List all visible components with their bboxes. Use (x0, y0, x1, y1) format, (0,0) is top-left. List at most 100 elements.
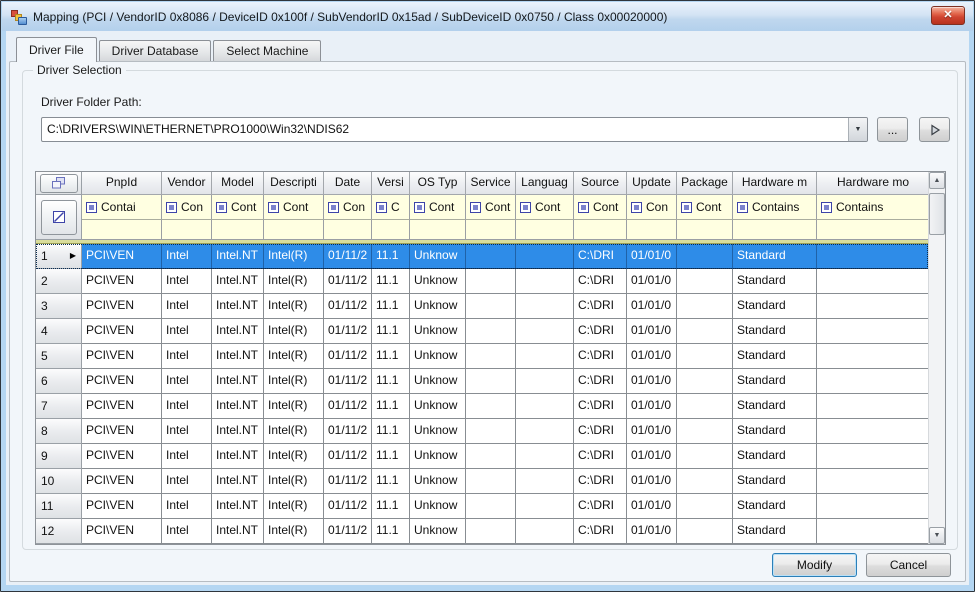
filter-value-cell-source[interactable] (574, 220, 627, 240)
cell-service[interactable] (466, 319, 516, 344)
row-header-11[interactable]: 11 (36, 494, 82, 519)
cell-hardware-m[interactable]: Standard (733, 419, 817, 444)
cell-source[interactable]: C:\DRI (574, 269, 627, 294)
cell-update[interactable]: 01/01/0 (627, 419, 677, 444)
cell-vendor[interactable]: Intel (162, 244, 212, 269)
cell-os-typ[interactable]: Unknow (410, 419, 466, 444)
cell-model[interactable]: Intel.NT (212, 469, 264, 494)
filter-value-cell-pnpid[interactable] (82, 220, 162, 240)
cell-source[interactable]: C:\DRI (574, 519, 627, 544)
cell-os-typ[interactable]: Unknow (410, 294, 466, 319)
driver-folder-path-value[interactable]: C:\DRIVERS\WIN\ETHERNET\PRO1000\Win32\ND… (42, 118, 848, 141)
filter-cell-languag[interactable]: Cont (516, 195, 574, 220)
cell-descripti[interactable]: Intel(R) (264, 344, 324, 369)
cell-package[interactable] (677, 419, 733, 444)
cell-update[interactable]: 01/01/0 (627, 519, 677, 544)
cell-pnpid[interactable]: PCI\VEN (82, 244, 162, 269)
cell-hardware-m[interactable]: Standard (733, 269, 817, 294)
column-header-hardware-mo[interactable]: Hardware mo (817, 172, 928, 195)
cell-hardware-mo[interactable] (817, 244, 928, 269)
cell-date[interactable]: 01/11/2 (324, 494, 372, 519)
cell-vendor[interactable]: Intel (162, 294, 212, 319)
cell-source[interactable]: C:\DRI (574, 494, 627, 519)
cell-package[interactable] (677, 269, 733, 294)
cell-descripti[interactable]: Intel(R) (264, 519, 324, 544)
cell-update[interactable]: 01/01/0 (627, 494, 677, 519)
filter-value-cell-versi[interactable] (372, 220, 410, 240)
title-bar[interactable]: Mapping (PCI / VendorID 0x8086 / DeviceI… (2, 2, 973, 31)
cell-update[interactable]: 01/01/0 (627, 369, 677, 394)
table-row-4[interactable]: 4PCI\VENIntelIntel.NTIntel(R)01/11/211.1… (36, 319, 928, 344)
cell-os-typ[interactable]: Unknow (410, 244, 466, 269)
cell-package[interactable] (677, 369, 733, 394)
column-header-languag[interactable]: Languag (516, 172, 574, 195)
column-header-descripti[interactable]: Descripti (264, 172, 324, 195)
filter-value-cell-hardware-mo[interactable] (817, 220, 928, 240)
cell-os-typ[interactable]: Unknow (410, 469, 466, 494)
cell-source[interactable]: C:\DRI (574, 394, 627, 419)
cell-update[interactable]: 01/01/0 (627, 394, 677, 419)
cell-date[interactable]: 01/11/2 (324, 344, 372, 369)
table-row-1[interactable]: 1▶PCI\VENIntelIntel.NTIntel(R)01/11/211.… (36, 244, 928, 269)
cell-model[interactable]: Intel.NT (212, 444, 264, 469)
cell-pnpid[interactable]: PCI\VEN (82, 319, 162, 344)
cell-service[interactable] (466, 244, 516, 269)
row-header-12[interactable]: 12 (36, 519, 82, 544)
cell-model[interactable]: Intel.NT (212, 294, 264, 319)
scroll-up-button[interactable]: ▲ (929, 172, 945, 189)
cell-languag[interactable] (516, 419, 574, 444)
cell-descripti[interactable]: Intel(R) (264, 444, 324, 469)
filter-value-cell-update[interactable] (627, 220, 677, 240)
cell-date[interactable]: 01/11/2 (324, 444, 372, 469)
row-header-3[interactable]: 3 (36, 294, 82, 319)
cell-update[interactable]: 01/01/0 (627, 344, 677, 369)
cell-pnpid[interactable]: PCI\VEN (82, 444, 162, 469)
scrollbar-thumb[interactable] (929, 193, 945, 235)
cell-languag[interactable] (516, 494, 574, 519)
row-header-4[interactable]: 4 (36, 319, 82, 344)
close-button[interactable]: ✕ (931, 6, 965, 25)
cell-hardware-mo[interactable] (817, 494, 928, 519)
cell-descripti[interactable]: Intel(R) (264, 469, 324, 494)
cell-package[interactable] (677, 394, 733, 419)
table-row-6[interactable]: 6PCI\VENIntelIntel.NTIntel(R)01/11/211.1… (36, 369, 928, 394)
cell-package[interactable] (677, 469, 733, 494)
filter-value-cell-languag[interactable] (516, 220, 574, 240)
cell-update[interactable]: 01/01/0 (627, 444, 677, 469)
cell-versi[interactable]: 11.1 (372, 494, 410, 519)
browse-button[interactable]: ... (877, 117, 908, 142)
cell-vendor[interactable]: Intel (162, 494, 212, 519)
column-header-model[interactable]: Model (212, 172, 264, 195)
cell-languag[interactable] (516, 294, 574, 319)
cell-pnpid[interactable]: PCI\VEN (82, 269, 162, 294)
cell-descripti[interactable]: Intel(R) (264, 269, 324, 294)
cell-versi[interactable]: 11.1 (372, 319, 410, 344)
cell-vendor[interactable]: Intel (162, 344, 212, 369)
cell-hardware-m[interactable]: Standard (733, 394, 817, 419)
cell-date[interactable]: 01/11/2 (324, 294, 372, 319)
cell-date[interactable]: 01/11/2 (324, 419, 372, 444)
filter-value-cell-package[interactable] (677, 220, 733, 240)
row-header-8[interactable]: 8 (36, 419, 82, 444)
cell-vendor[interactable]: Intel (162, 519, 212, 544)
table-row-2[interactable]: 2PCI\VENIntelIntel.NTIntel(R)01/11/211.1… (36, 269, 928, 294)
row-header-1[interactable]: 1▶ (36, 244, 82, 269)
cell-languag[interactable] (516, 394, 574, 419)
column-header-service[interactable]: Service (466, 172, 516, 195)
cell-hardware-mo[interactable] (817, 269, 928, 294)
cell-model[interactable]: Intel.NT (212, 394, 264, 419)
column-chooser-button[interactable] (40, 174, 78, 193)
cell-hardware-m[interactable]: Standard (733, 319, 817, 344)
cell-vendor[interactable]: Intel (162, 469, 212, 494)
cell-vendor[interactable]: Intel (162, 394, 212, 419)
cell-hardware-mo[interactable] (817, 319, 928, 344)
filter-cell-hardware-m[interactable]: Contains (733, 195, 817, 220)
table-row-12[interactable]: 12PCI\VENIntelIntel.NTIntel(R)01/11/211.… (36, 519, 928, 544)
column-header-os-typ[interactable]: OS Typ (410, 172, 466, 195)
filter-cell-versi[interactable]: C (372, 195, 410, 220)
column-header-date[interactable]: Date (324, 172, 372, 195)
cell-package[interactable] (677, 444, 733, 469)
filter-cell-date[interactable]: Con (324, 195, 372, 220)
cell-hardware-m[interactable]: Standard (733, 294, 817, 319)
filter-value-cell-os-typ[interactable] (410, 220, 466, 240)
